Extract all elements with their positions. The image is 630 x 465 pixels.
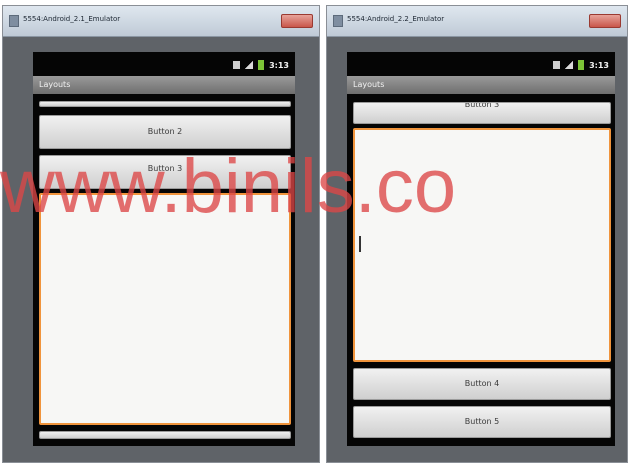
status-icons: 3:13 xyxy=(233,60,289,70)
status-clock: 3:13 xyxy=(589,60,609,70)
button-1-partial[interactable] xyxy=(39,101,291,107)
close-icon[interactable] xyxy=(589,14,621,28)
window-icon xyxy=(9,15,19,27)
button-4[interactable]: Button 4 xyxy=(353,368,611,400)
app-title-bar: Layouts xyxy=(347,76,615,94)
close-icon[interactable] xyxy=(281,14,313,28)
watermark-text: www.binils.co xyxy=(0,144,457,229)
status-clock: 3:13 xyxy=(269,60,289,70)
text-cursor xyxy=(359,236,361,252)
emulator-window-2-2: 5554:Android_2.2_Emulator 3:13 Layouts B… xyxy=(326,5,628,463)
window-icon xyxy=(333,15,343,27)
button-5[interactable]: Button 5 xyxy=(353,406,611,438)
window-title: 5554:Android_2.1_Emulator xyxy=(23,15,121,23)
device-screen: 3:13 Layouts Button 2 Button 3 xyxy=(33,52,295,446)
window-title: 5554:Android_2.2_Emulator xyxy=(347,15,445,23)
window-titlebar[interactable]: 5554:Android_2.2_Emulator xyxy=(327,6,627,37)
window-titlebar[interactable]: 5554:Android_2.1_Emulator xyxy=(3,6,319,37)
app-title-bar: Layouts xyxy=(33,76,295,94)
status-bar: 3:13 xyxy=(347,52,615,76)
usb-icon xyxy=(233,61,241,69)
signal-icon xyxy=(565,61,574,69)
device-screen: 3:13 Layouts Button 3 Button 4 Button 5 xyxy=(347,52,615,446)
status-icons: 3:13 xyxy=(553,60,609,70)
button-4-partial[interactable] xyxy=(39,431,291,439)
emulator-window-2-1: 5554:Android_2.1_Emulator 3:13 Layouts B… xyxy=(2,5,320,463)
status-bar: 3:13 xyxy=(33,52,295,76)
button-3[interactable]: Button 3 xyxy=(353,102,611,124)
battery-icon xyxy=(258,60,265,70)
battery-icon xyxy=(578,60,585,70)
usb-icon xyxy=(553,61,561,69)
signal-icon xyxy=(245,61,254,69)
